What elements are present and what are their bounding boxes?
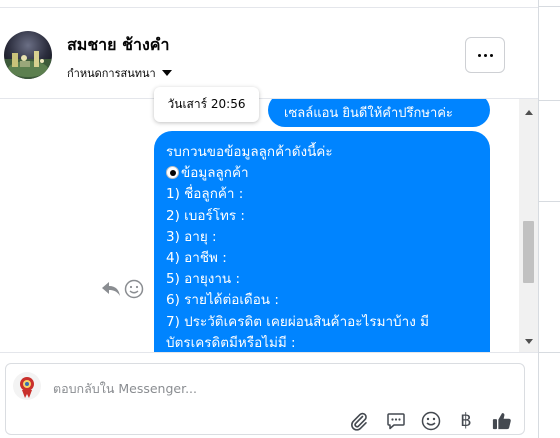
scrollbar-thumb[interactable] — [523, 221, 534, 283]
scroll-up-arrow-icon[interactable] — [525, 110, 533, 115]
message-line: 3) อายุ : — [166, 228, 217, 245]
reply-input[interactable]: ตอบกลับใน Messenger... — [53, 379, 197, 399]
message-line: 6) รายได้ต่อเดือน : — [166, 292, 279, 309]
thumbs-up-icon[interactable] — [492, 411, 512, 431]
paperclip-icon[interactable] — [349, 411, 369, 431]
emoji-smile-icon[interactable] — [421, 411, 441, 431]
conversation-panel: สมชาย ช้างคำ กำหนดการสนทนา เซลล์แอน ยินด… — [0, 0, 538, 438]
message-line: บัตรเครดิตมีหรือไม่มี : — [166, 334, 296, 351]
reply-icon[interactable] — [101, 280, 121, 298]
message-line: 5) อายุงาน : — [166, 271, 240, 288]
divider — [539, 6, 560, 7]
background-page-strip — [538, 0, 560, 438]
customize-chat-label: กำหนดการสนทนา — [67, 67, 156, 80]
more-options-button[interactable] — [465, 37, 505, 73]
scroll-down-arrow-icon[interactable] — [525, 339, 533, 344]
message-thread[interactable]: เซลล์แอน ยินดีให้คำปรึกษาค่ะ รบกวนขอข้อม… — [0, 99, 538, 352]
baht-icon[interactable]: ฿ — [456, 411, 476, 431]
chat-bubble-icon[interactable] — [386, 411, 406, 431]
more-dots-icon — [489, 53, 493, 57]
divider — [539, 100, 560, 101]
contact-avatar[interactable] — [4, 31, 52, 79]
message-line: 4) อาชีพ : — [166, 249, 227, 266]
more-dots-icon — [477, 53, 481, 57]
page-avatar — [13, 372, 41, 400]
message-text: เซลล์แอน ยินดีให้คำปรึกษาค่ะ — [284, 106, 453, 121]
smile-icon[interactable] — [124, 279, 144, 299]
customize-chat-dropdown[interactable]: กำหนดการสนทนา — [67, 64, 172, 82]
timestamp-tooltip: วันเสาร์ 20:56 — [154, 87, 259, 122]
more-dots-icon — [483, 53, 487, 57]
message-composer[interactable]: ตอบกลับใน Messenger... ฿ — [5, 363, 525, 435]
message-bubble-outgoing[interactable]: รบกวนขอข้อมูลลูกค้าดังนี้ค่ะ ข้อมูลลูกค้… — [154, 131, 490, 352]
contact-name[interactable]: สมชาย ช้างคำ — [67, 33, 169, 58]
message-line: รบกวนขอข้อมูลลูกค้าดังนี้ค่ะ — [166, 144, 333, 160]
message-line: ข้อมูลลูกค้า — [166, 163, 480, 184]
message-line: 1) ชื่อลูกค้า : — [166, 186, 244, 203]
panel-top-edge — [0, 0, 538, 8]
divider — [539, 352, 560, 353]
message-bubble-outgoing[interactable]: เซลล์แอน ยินดีให้คำปรึกษาค่ะ — [268, 99, 490, 127]
record-button-emoji-icon — [166, 166, 179, 180]
message-line: 2) เบอร์โทร : — [166, 207, 245, 224]
thread-scrollbar[interactable] — [519, 99, 538, 352]
message-line: 7) ประวัติเครดิต เคยผ่อนสินค้าอะไรมาบ้าง… — [166, 313, 429, 330]
message-line-text: ข้อมูลลูกค้า — [181, 165, 249, 182]
divider — [539, 201, 560, 202]
composer-divider — [0, 352, 538, 353]
caret-down-icon — [161, 70, 172, 76]
